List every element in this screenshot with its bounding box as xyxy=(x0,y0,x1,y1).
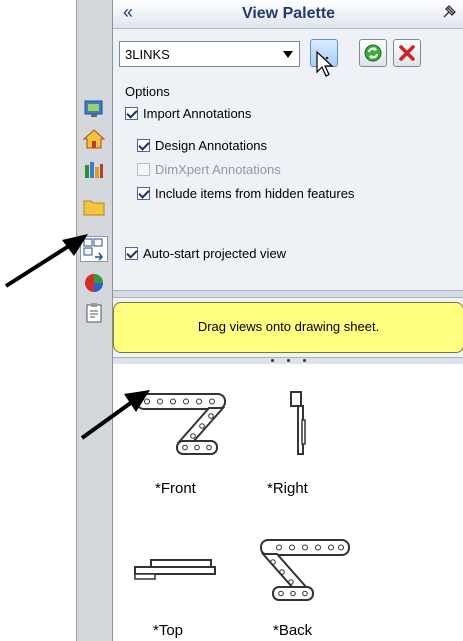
include-hidden-label: Include items from hidden features xyxy=(155,186,355,201)
drag-hint-banner: Drag views onto drawing sheet. xyxy=(113,302,463,353)
design-annotations-checkbox[interactable]: Design Annotations xyxy=(137,138,267,153)
task-pane-tab-strip xyxy=(76,0,113,641)
top-view-thumbnail[interactable] xyxy=(131,554,221,584)
drag-hint-text: Drag views onto drawing sheet. xyxy=(197,319,380,334)
view-label-front: *Front xyxy=(155,480,196,497)
chevron-down-icon[interactable] xyxy=(283,51,293,58)
checkbox-icon[interactable] xyxy=(137,139,150,152)
view-label-top: *Top xyxy=(153,622,184,639)
pushpin-icon[interactable] xyxy=(440,3,458,26)
import-annotations-checkbox[interactable]: Import Annotations xyxy=(125,106,251,121)
options-label: Options xyxy=(125,84,170,99)
checkbox-icon xyxy=(137,163,150,176)
callout-arrow-front xyxy=(80,390,150,440)
view-palette-panel: « View Palette 3LINKS Options Import Ann… xyxy=(112,0,463,641)
dropdown-value: 3LINKS xyxy=(125,47,170,62)
tab-custom-properties[interactable] xyxy=(81,300,107,326)
dimxpert-annotations-checkbox: DimXpert Annotations xyxy=(137,162,281,177)
folder-icon xyxy=(83,200,105,216)
checkbox-icon[interactable] xyxy=(125,247,138,260)
panel-titlebar: « View Palette xyxy=(113,0,463,29)
view-label-right: *Right xyxy=(267,480,308,497)
view-label-back: *Back xyxy=(273,622,313,639)
drawing-dropdown[interactable]: 3LINKS xyxy=(119,41,300,67)
tab-design-library[interactable] xyxy=(81,156,107,182)
panel-title: View Palette xyxy=(241,5,336,22)
monitor-icon xyxy=(84,100,103,117)
tab-home[interactable] xyxy=(81,126,107,152)
design-annotations-label: Design Annotations xyxy=(155,138,268,153)
tab-file-explorer[interactable] xyxy=(81,194,107,220)
library-icon xyxy=(85,162,103,178)
back-view-thumbnail[interactable] xyxy=(251,536,355,604)
refresh-icon xyxy=(364,44,382,62)
section-divider xyxy=(113,290,463,298)
view-thumbnails-area: *Front *Right *Top *Back xyxy=(113,364,463,641)
tab-solidworks-resources[interactable] xyxy=(81,96,107,122)
dimxpert-annotations-label: DimXpert Annotations xyxy=(155,162,281,177)
options-group: Options Import Annotations Design Annota… xyxy=(113,78,463,290)
checkbox-icon[interactable] xyxy=(125,107,138,120)
right-view-thumbnail[interactable] xyxy=(285,390,315,460)
clipboard-icon xyxy=(86,303,102,323)
clear-all-button[interactable] xyxy=(393,39,421,67)
red-x-icon xyxy=(399,45,415,61)
auto-start-projected-checkbox[interactable]: Auto-start projected view xyxy=(125,246,286,261)
mouse-cursor-icon xyxy=(316,50,334,77)
refresh-button[interactable] xyxy=(359,39,387,67)
house-icon xyxy=(82,129,106,149)
import-annotations-label: Import Annotations xyxy=(143,106,252,121)
callout-arrow-tab xyxy=(4,234,88,288)
checkbox-icon[interactable] xyxy=(137,187,150,200)
include-hidden-checkbox[interactable]: Include items from hidden features xyxy=(137,186,354,201)
auto-start-projected-label: Auto-start projected view xyxy=(143,246,287,261)
